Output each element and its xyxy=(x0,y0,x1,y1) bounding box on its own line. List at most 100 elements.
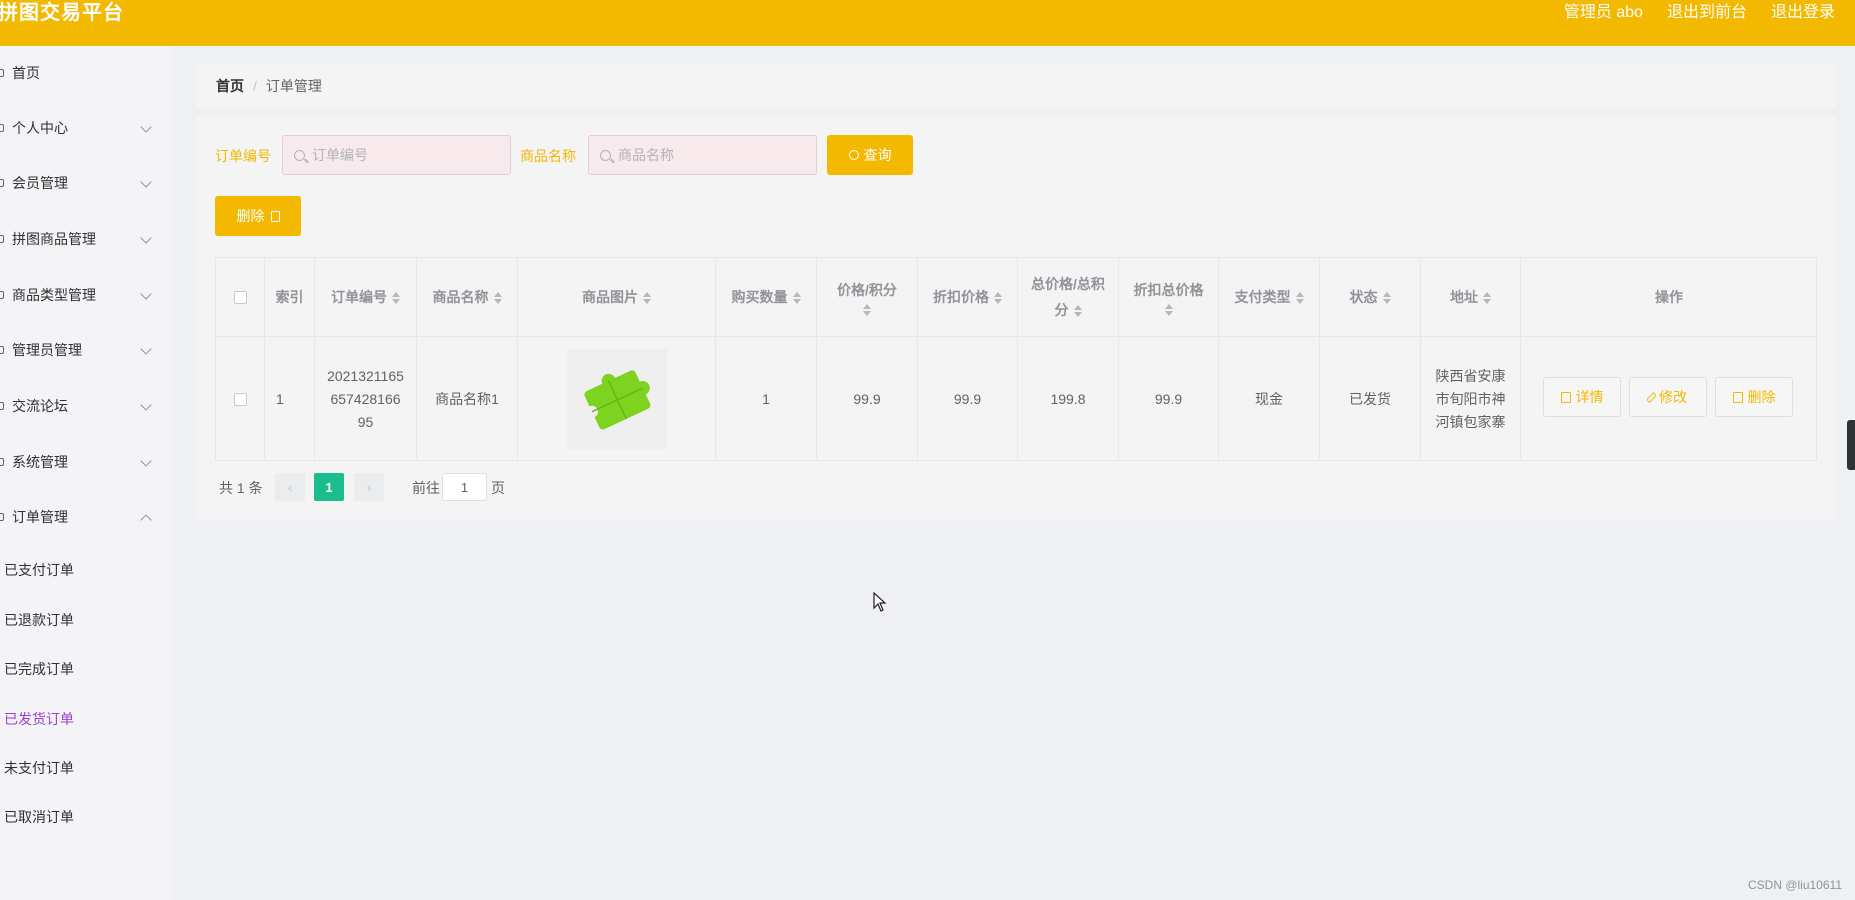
system-icon xyxy=(0,458,4,466)
col-header-discount-price[interactable]: 折扣价格 xyxy=(918,258,1018,336)
sidebar-item-orders[interactable]: 订单管理 xyxy=(0,502,172,532)
prev-page-button[interactable]: ‹ xyxy=(275,473,305,501)
sort-icon[interactable] xyxy=(792,291,801,305)
sidebar-item-home[interactable]: 首页 xyxy=(0,58,172,88)
edit-button[interactable]: 修改 xyxy=(1629,377,1707,417)
col-header-discount-total[interactable]: 折扣总价格 xyxy=(1119,258,1219,336)
order-no-label: 订单编号 xyxy=(215,148,271,164)
col-header-label: 价格/积分 xyxy=(837,282,897,298)
sidebar-item-forum[interactable]: 交流论坛 xyxy=(0,391,172,421)
query-button-label: 查询 xyxy=(863,147,892,163)
watermark: CSDN @liu10611 xyxy=(1747,878,1842,892)
sidebar-item-product-types[interactable]: 商品类型管理 xyxy=(0,280,172,310)
sort-icon[interactable] xyxy=(994,291,1002,305)
chevron-down-icon xyxy=(140,232,152,244)
sidebar-item-label: 商品类型管理 xyxy=(12,287,96,303)
sort-icon[interactable] xyxy=(1295,291,1304,305)
sort-icon[interactable] xyxy=(392,291,400,305)
sidebar-subitem-paid[interactable]: 已支付订单 xyxy=(4,560,74,580)
cell-status: 已发货 xyxy=(1320,336,1421,461)
col-header-label: 折扣价格 xyxy=(933,289,989,305)
sidebar-item-members[interactable]: 会员管理 xyxy=(0,168,172,198)
search-icon xyxy=(600,149,611,161)
col-header-product-image[interactable]: 商品图片 xyxy=(518,258,716,336)
sidebar-item-puzzle-products[interactable]: 拼图商品管理 xyxy=(0,224,172,254)
goto-page-input[interactable] xyxy=(442,473,487,501)
col-header-label: 订单编号 xyxy=(331,289,387,305)
col-header-label: 索引 xyxy=(275,289,304,305)
sort-icon[interactable] xyxy=(1483,291,1491,305)
sidebar-item-admins[interactable]: 管理员管理 xyxy=(0,335,172,365)
col-header-total-price[interactable]: 总价格/总积分 xyxy=(1018,258,1119,336)
order-no-input[interactable] xyxy=(312,147,472,163)
col-header-order-no[interactable]: 订单编号 xyxy=(315,258,417,336)
bulk-delete-label: 删除 xyxy=(236,208,265,224)
col-header-label: 总价格/总积分 xyxy=(1031,276,1105,318)
sort-icon[interactable] xyxy=(1073,304,1082,318)
product-name-field[interactable] xyxy=(588,135,817,175)
col-header-label: 购买数量 xyxy=(731,289,788,305)
cell-price: 99.9 xyxy=(817,336,918,461)
row-delete-button[interactable]: 删除 xyxy=(1715,377,1793,417)
product-image[interactable] xyxy=(566,349,667,449)
sidebar-item-label: 会员管理 xyxy=(12,175,68,191)
user-icon xyxy=(0,124,4,132)
detail-button[interactable]: 详情 xyxy=(1543,377,1621,417)
sort-icon[interactable] xyxy=(1164,303,1173,317)
sidebar-item-personal-center[interactable]: 个人中心 xyxy=(0,113,172,143)
chevron-up-icon xyxy=(140,514,152,526)
next-page-button[interactable]: › xyxy=(354,473,384,501)
page-button-current[interactable]: 1 xyxy=(314,473,344,501)
sidebar-item-label: 个人中心 xyxy=(12,120,68,136)
col-header-quantity[interactable]: 购买数量 xyxy=(716,258,817,336)
col-header-product-name[interactable]: 商品名称 xyxy=(417,258,518,336)
col-header-address[interactable]: 地址 xyxy=(1421,258,1521,336)
chevron-down-icon xyxy=(140,399,152,411)
product-name-input[interactable] xyxy=(618,147,778,163)
pagination-total: 共 1 条 xyxy=(219,480,263,496)
col-header-status[interactable]: 状态 xyxy=(1320,258,1421,336)
frontend-link[interactable]: 退出到前台 xyxy=(1667,0,1747,22)
cell-index: 1 xyxy=(265,336,315,461)
order-no-field[interactable] xyxy=(282,135,511,175)
query-button[interactable]: 查询 xyxy=(827,135,913,175)
sidebar-subitem-completed[interactable]: 已完成订单 xyxy=(4,659,74,679)
chevron-down-icon xyxy=(140,176,152,188)
sidebar-subitem-cancelled[interactable]: 已取消订单 xyxy=(4,807,74,827)
breadcrumb-separator: / xyxy=(253,78,257,94)
side-scroll-handle[interactable] xyxy=(1847,420,1855,470)
col-header-label: 折扣总价格 xyxy=(1133,282,1204,298)
sort-icon[interactable] xyxy=(1382,291,1391,305)
cell-address: 陕西省安康市旬阳市神河镇包家寨 xyxy=(1421,336,1521,461)
cell-quantity: 1 xyxy=(716,336,817,461)
col-header-label: 操作 xyxy=(1655,289,1683,305)
sidebar-item-system[interactable]: 系统管理 xyxy=(0,447,172,477)
sort-icon[interactable] xyxy=(643,291,651,305)
admin-user-link[interactable]: 管理员 abo xyxy=(1564,0,1643,22)
order-icon xyxy=(0,513,4,521)
sidebar-subitem-unpaid[interactable]: 未支付订单 xyxy=(4,758,74,778)
chevron-down-icon xyxy=(140,121,152,133)
row-select-cell xyxy=(216,336,265,461)
col-header-pay-type[interactable]: 支付类型 xyxy=(1219,258,1320,336)
row-checkbox[interactable] xyxy=(233,392,247,406)
sidebar-subitem-refunded[interactable]: 已退款订单 xyxy=(4,610,74,630)
mouse-cursor-icon xyxy=(873,592,887,612)
logout-link[interactable]: 退出登录 xyxy=(1771,0,1835,22)
sidebar-subitem-shipped[interactable]: 已发货订单 xyxy=(4,709,74,729)
row-delete-button-label: 删除 xyxy=(1747,389,1776,405)
bulk-delete-button[interactable]: 删除 xyxy=(215,196,301,236)
chevron-down-icon xyxy=(140,343,152,355)
col-header-label: 状态 xyxy=(1349,289,1378,305)
col-header-label: 商品名称 xyxy=(432,289,489,305)
sort-icon[interactable] xyxy=(493,291,502,305)
sidebar-item-label: 拼图商品管理 xyxy=(12,231,96,247)
member-icon xyxy=(0,179,4,187)
admin-icon xyxy=(0,346,4,354)
col-header-label: 支付类型 xyxy=(1234,289,1291,305)
select-all-checkbox[interactable] xyxy=(233,290,247,304)
detail-button-label: 详情 xyxy=(1575,389,1604,405)
col-header-price[interactable]: 价格/积分 xyxy=(817,258,918,336)
breadcrumb-home[interactable]: 首页 xyxy=(216,76,244,96)
sort-icon[interactable] xyxy=(863,303,871,317)
